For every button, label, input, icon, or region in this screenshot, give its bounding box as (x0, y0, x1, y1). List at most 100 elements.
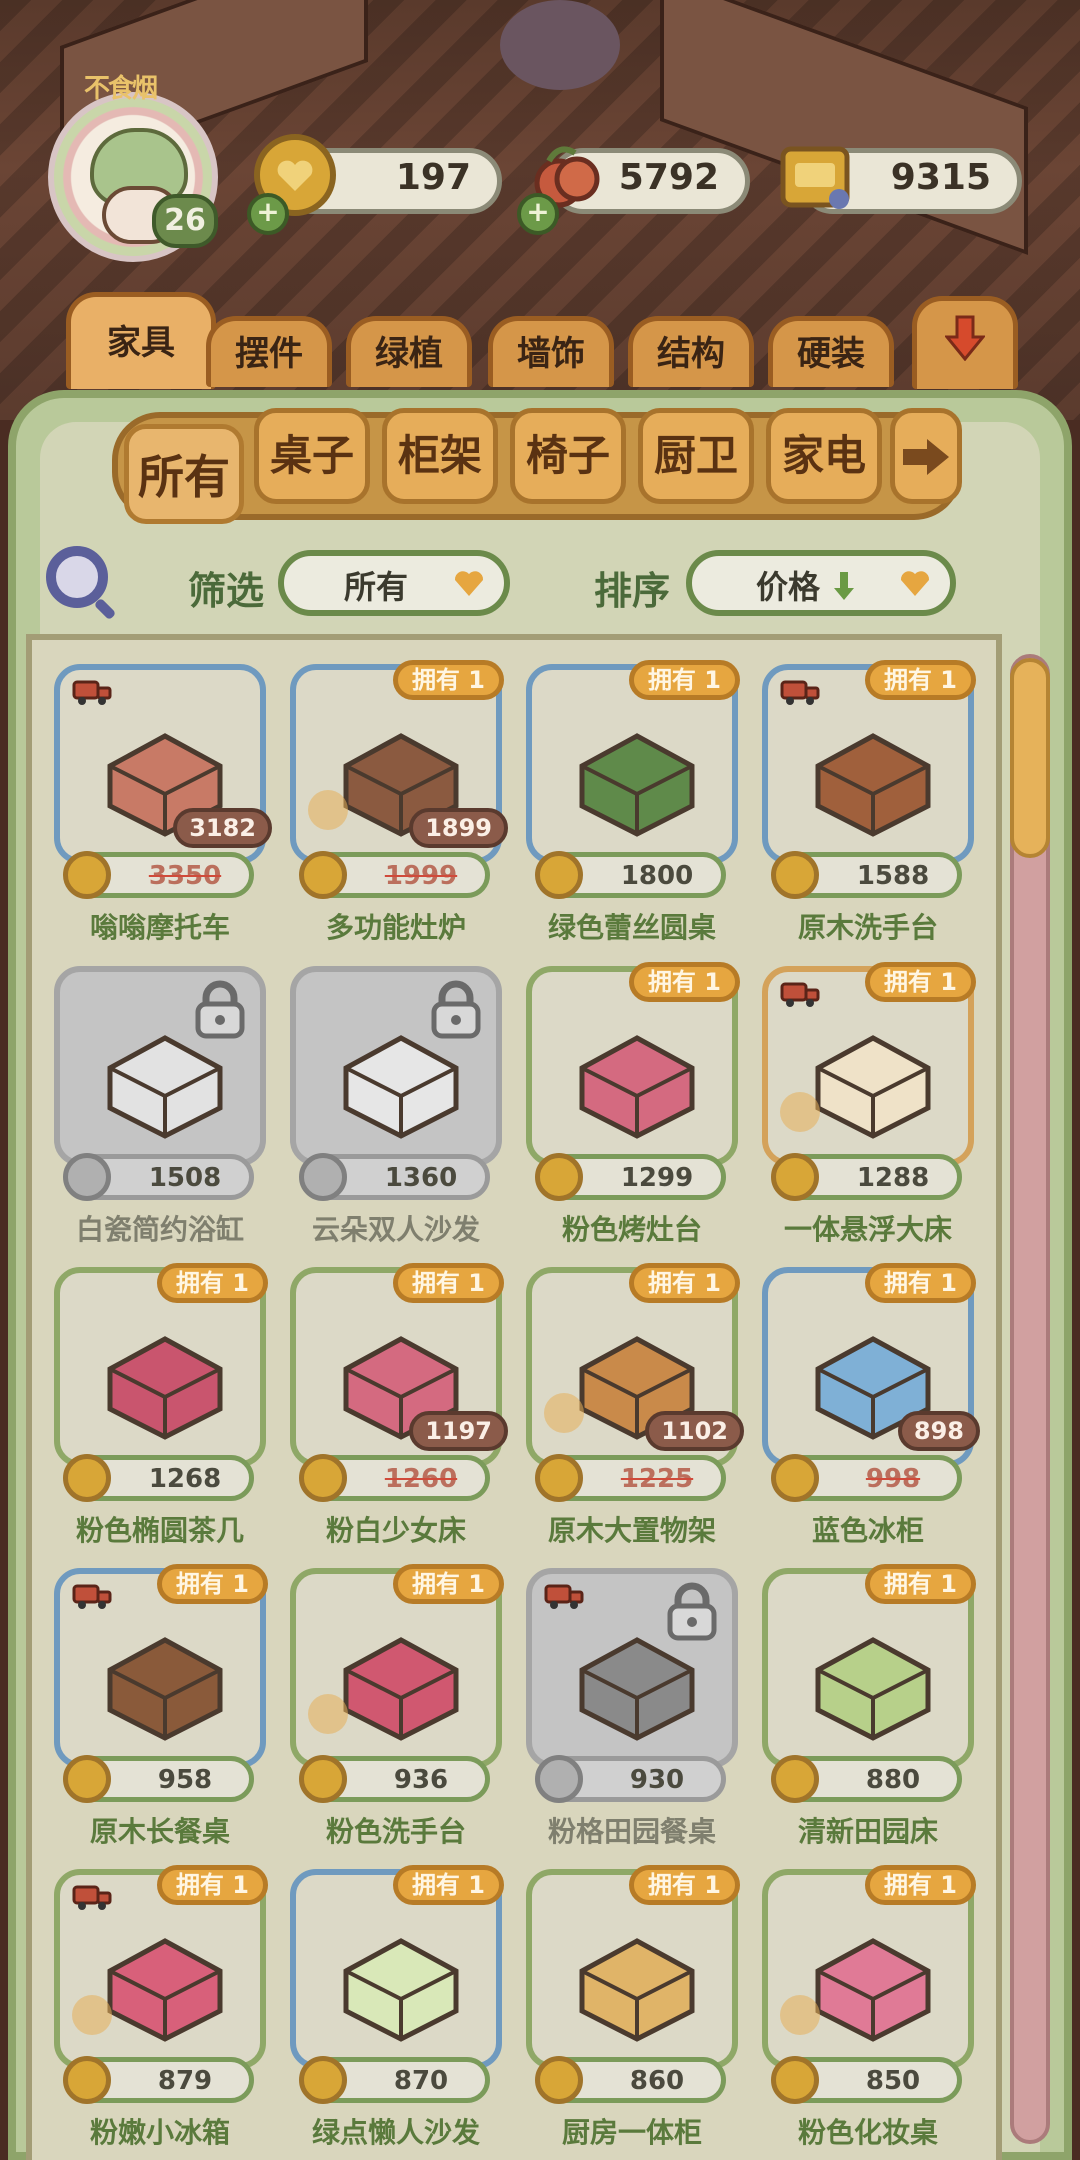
owned-badge: 拥有 1 (628, 1865, 740, 1905)
owned-badge: 拥有 1 (864, 962, 976, 1002)
price-pill[interactable]: 930 (535, 1755, 726, 1803)
add-fruit-button[interactable]: + (517, 193, 559, 235)
price-pill[interactable]: 1225 (535, 1454, 726, 1502)
furniture-image (579, 1035, 695, 1139)
price-pill[interactable]: 958 (63, 1755, 254, 1803)
price-pill[interactable]: 1360 (299, 1153, 490, 1201)
card-frame (290, 966, 502, 1166)
subtab-shelves[interactable]: 柜架 (382, 408, 498, 504)
delivery-truck-icon (780, 680, 820, 705)
coin-icon (771, 1454, 819, 1502)
fruit-value: 5792 (618, 157, 719, 198)
item-name: 白瓷简约浴缸 (75, 1213, 244, 1246)
item-price: 1360 (384, 1163, 458, 1193)
search-icon[interactable] (46, 546, 108, 608)
filter-label: 筛选 (188, 569, 265, 613)
hint-bulb-icon (308, 1694, 348, 1734)
price-pill[interactable]: 1999 (299, 851, 490, 899)
furniture-card[interactable]: 拥有 1 1102 1225 原木大置物架 (526, 1263, 744, 1549)
furniture-card[interactable]: 拥有 1 1800 绿色蕾丝圆桌 (526, 660, 740, 946)
coin-icon (535, 851, 583, 899)
furniture-image (815, 1035, 931, 1139)
tab-structure[interactable]: 结构 (628, 316, 754, 387)
furniture-card[interactable]: 拥有 1 1299 粉色烤灶台 (526, 962, 740, 1248)
price-pill[interactable]: 870 (299, 2056, 490, 2104)
furniture-card[interactable]: 拥有 1 880 清新田园床 (762, 1564, 976, 1850)
furniture-card[interactable]: 1508 白瓷简约浴缸 (54, 966, 266, 1248)
item-price: 3350 (148, 861, 222, 891)
price-pill[interactable]: 1508 (63, 1153, 254, 1201)
lock-icon (195, 980, 245, 1039)
coin-icon (63, 1755, 111, 1803)
tab-hardware[interactable]: 硬装 (768, 316, 894, 387)
item-price: 998 (865, 1464, 921, 1494)
furniture-card[interactable]: 3182 3350 嗡嗡摩托车 (54, 664, 272, 946)
subtab-appliances[interactable]: 家电 (766, 408, 882, 504)
subtab-all[interactable]: 所有 (124, 424, 244, 524)
price-pill[interactable]: 879 (63, 2056, 254, 2104)
sort-dropdown[interactable]: 价格 (686, 550, 956, 616)
coin-icon (299, 1755, 347, 1803)
furniture-card[interactable]: 拥有 1 1197 1260 粉白少女床 (290, 1263, 508, 1549)
add-coin-button[interactable]: + (247, 193, 289, 235)
furniture-card[interactable]: 拥有 1 1268 粉色椭圆茶几 (54, 1263, 268, 1549)
scrollbar-thumb[interactable] (1010, 658, 1050, 858)
price-pill[interactable]: 1288 (771, 1153, 962, 1201)
furniture-card[interactable]: 拥有 1 898 998 蓝色冰柜 (762, 1263, 980, 1549)
furniture-card[interactable]: 拥有 1 958 原木长餐桌 (54, 1564, 268, 1850)
furniture-card[interactable]: 拥有 1 1288 一体悬浮大床 (762, 962, 976, 1248)
price-pill[interactable]: 860 (535, 2056, 726, 2104)
price-pill[interactable]: 3350 (63, 851, 254, 899)
furniture-card[interactable]: 拥有 1 860 厨房一体柜 (526, 1865, 740, 2151)
sale-price: 3182 (173, 808, 272, 848)
item-price: 870 (393, 2066, 449, 2096)
player-avatar[interactable]: 不食烟 26 (48, 74, 218, 262)
furniture-card[interactable]: 1360 云朵双人沙发 (290, 966, 502, 1248)
tab-plants[interactable]: 绿植 (346, 316, 472, 387)
avatar-badge-text: 不食烟 (84, 74, 158, 104)
tab-furniture[interactable]: 家具 (66, 292, 216, 389)
furniture-image (107, 1938, 223, 2042)
tab-ornaments[interactable]: 摆件 (206, 316, 332, 387)
owned-badge: 拥有 1 (392, 1865, 504, 1905)
price-pill[interactable]: 1588 (771, 851, 962, 899)
furniture-card[interactable]: 拥有 1 850 粉色化妆桌 (762, 1865, 976, 2151)
coin-resource[interactable]: + 197 (247, 134, 502, 235)
filter-dropdown[interactable]: 所有 (278, 550, 510, 616)
price-pill[interactable]: 1299 (535, 1153, 726, 1201)
expand-tabs-button[interactable] (912, 296, 1018, 389)
price-pill[interactable]: 880 (771, 1755, 962, 1803)
furniture-card[interactable]: 拥有 1 936 粉色洗手台 (290, 1564, 504, 1850)
subtab-kitchen-bath[interactable]: 厨卫 (638, 408, 754, 504)
subtab-chairs[interactable]: 椅子 (510, 408, 626, 504)
coin-icon (63, 851, 111, 899)
owned-badge: 拥有 1 (628, 1263, 740, 1303)
scrollbar[interactable] (1010, 654, 1050, 2144)
furniture-card[interactable]: 拥有 1 1588 原木洗手台 (762, 660, 976, 946)
price-pill[interactable]: 1268 (63, 1454, 254, 1502)
subtab-next-button[interactable] (890, 408, 962, 504)
ticket-resource[interactable]: 9315 (780, 146, 1022, 214)
coin-icon (299, 2056, 347, 2104)
coin-icon (771, 2056, 819, 2104)
coin-icon (771, 1153, 819, 1201)
furniture-card[interactable]: 930 粉格田园餐桌 (526, 1568, 738, 1850)
item-name: 云朵双人沙发 (311, 1213, 480, 1246)
price-pill[interactable]: 850 (771, 2056, 962, 2104)
fruit-resource[interactable]: + 5792 (517, 146, 750, 235)
tab-wall-decor[interactable]: 墙饰 (488, 316, 614, 387)
heart-dropdown-icon (900, 571, 930, 596)
price-pill[interactable]: 998 (771, 1454, 962, 1502)
subtab-tables[interactable]: 桌子 (254, 408, 370, 504)
coin-icon (535, 1755, 583, 1803)
flower-bush (500, 0, 620, 90)
item-price: 850 (865, 2066, 921, 2096)
furniture-card[interactable]: 拥有 1 879 粉嫩小冰箱 (54, 1865, 268, 2151)
coin-icon (535, 1153, 583, 1201)
price-pill[interactable]: 1800 (535, 851, 726, 899)
owned-badge: 拥有 1 (628, 660, 740, 700)
price-pill[interactable]: 1260 (299, 1454, 490, 1502)
price-pill[interactable]: 936 (299, 1755, 490, 1803)
furniture-card[interactable]: 拥有 1 1899 1999 多功能灶炉 (290, 660, 508, 946)
furniture-card[interactable]: 拥有 1 870 绿点懒人沙发 (290, 1865, 504, 2151)
